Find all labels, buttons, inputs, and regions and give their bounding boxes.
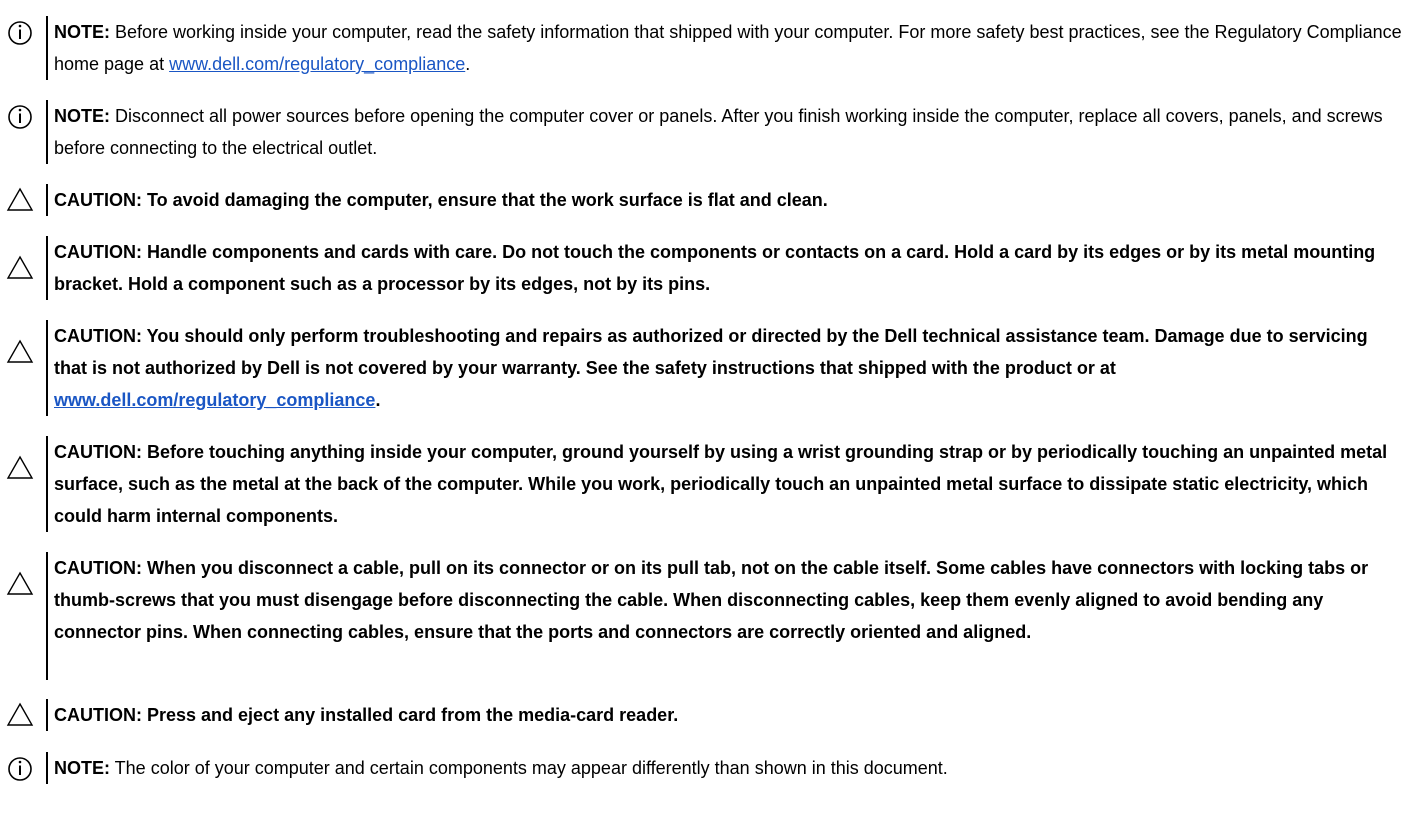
regulatory-compliance-link[interactable]: www.dell.com/regulatory_compliance [169, 54, 465, 74]
note-body: The color of your computer and certain c… [110, 758, 948, 778]
note-disconnect-power: NOTE: Disconnect all power sources befor… [0, 100, 1413, 164]
caution-divider [46, 699, 48, 731]
caution-body-after-link: . [375, 390, 381, 410]
note-text: NOTE: The color of your computer and cer… [54, 752, 1404, 784]
warning-triangle-icon [4, 453, 42, 483]
caution-authorized-repairs: CAUTION: You should only perform trouble… [0, 320, 1413, 416]
caution-text: CAUTION: Press and eject any installed c… [54, 705, 679, 725]
note-color-difference: NOTE: The color of your computer and cer… [0, 752, 1413, 784]
caution-ground-yourself: CAUTION: Before touching anything inside… [0, 436, 1413, 532]
warning-triangle-icon [4, 700, 42, 730]
info-circle-icon [4, 102, 42, 132]
caution-divider [46, 436, 48, 532]
note-divider [46, 100, 48, 164]
regulatory-compliance-link[interactable]: www.dell.com/regulatory_compliance [54, 390, 375, 410]
safety-notices-document: NOTE: Before working inside your compute… [0, 0, 1413, 830]
note-text: NOTE: Before working inside your compute… [54, 16, 1404, 80]
note-body: Disconnect all power sources before open… [54, 106, 1383, 158]
caution-text: CAUTION: You should only perform trouble… [54, 320, 1404, 416]
caution-text: CAUTION: When you disconnect a cable, pu… [54, 558, 1369, 642]
caution-work-surface: CAUTION: To avoid damaging the computer,… [0, 184, 1413, 216]
caution-disconnect-cable: CAUTION: When you disconnect a cable, pu… [0, 552, 1413, 680]
note-body-after-link: . [465, 54, 471, 74]
caution-body-before-link: CAUTION: You should only perform trouble… [54, 326, 1368, 378]
note-label: NOTE: [54, 106, 110, 126]
caution-handle-components: CAUTION: Handle components and cards wit… [0, 236, 1413, 300]
note-divider [46, 752, 48, 784]
note-safety-information: NOTE: Before working inside your compute… [0, 16, 1413, 80]
note-divider [46, 16, 48, 80]
info-circle-icon [4, 754, 42, 784]
warning-triangle-icon [4, 337, 42, 367]
caution-text: CAUTION: To avoid damaging the computer,… [54, 190, 828, 210]
caution-divider [46, 184, 48, 216]
caution-text: CAUTION: Before touching anything inside… [54, 442, 1388, 526]
caution-divider [46, 320, 48, 416]
caution-divider [46, 236, 48, 300]
warning-triangle-icon [4, 185, 42, 215]
note-label: NOTE: [54, 22, 110, 42]
caution-text: CAUTION: Handle components and cards wit… [54, 242, 1376, 294]
note-text: NOTE: Disconnect all power sources befor… [54, 100, 1404, 164]
note-label: NOTE: [54, 758, 110, 778]
caution-media-card: CAUTION: Press and eject any installed c… [0, 699, 1413, 731]
warning-triangle-icon [4, 253, 42, 283]
caution-divider [46, 552, 48, 680]
info-circle-icon [4, 18, 42, 48]
warning-triangle-icon [4, 569, 42, 599]
